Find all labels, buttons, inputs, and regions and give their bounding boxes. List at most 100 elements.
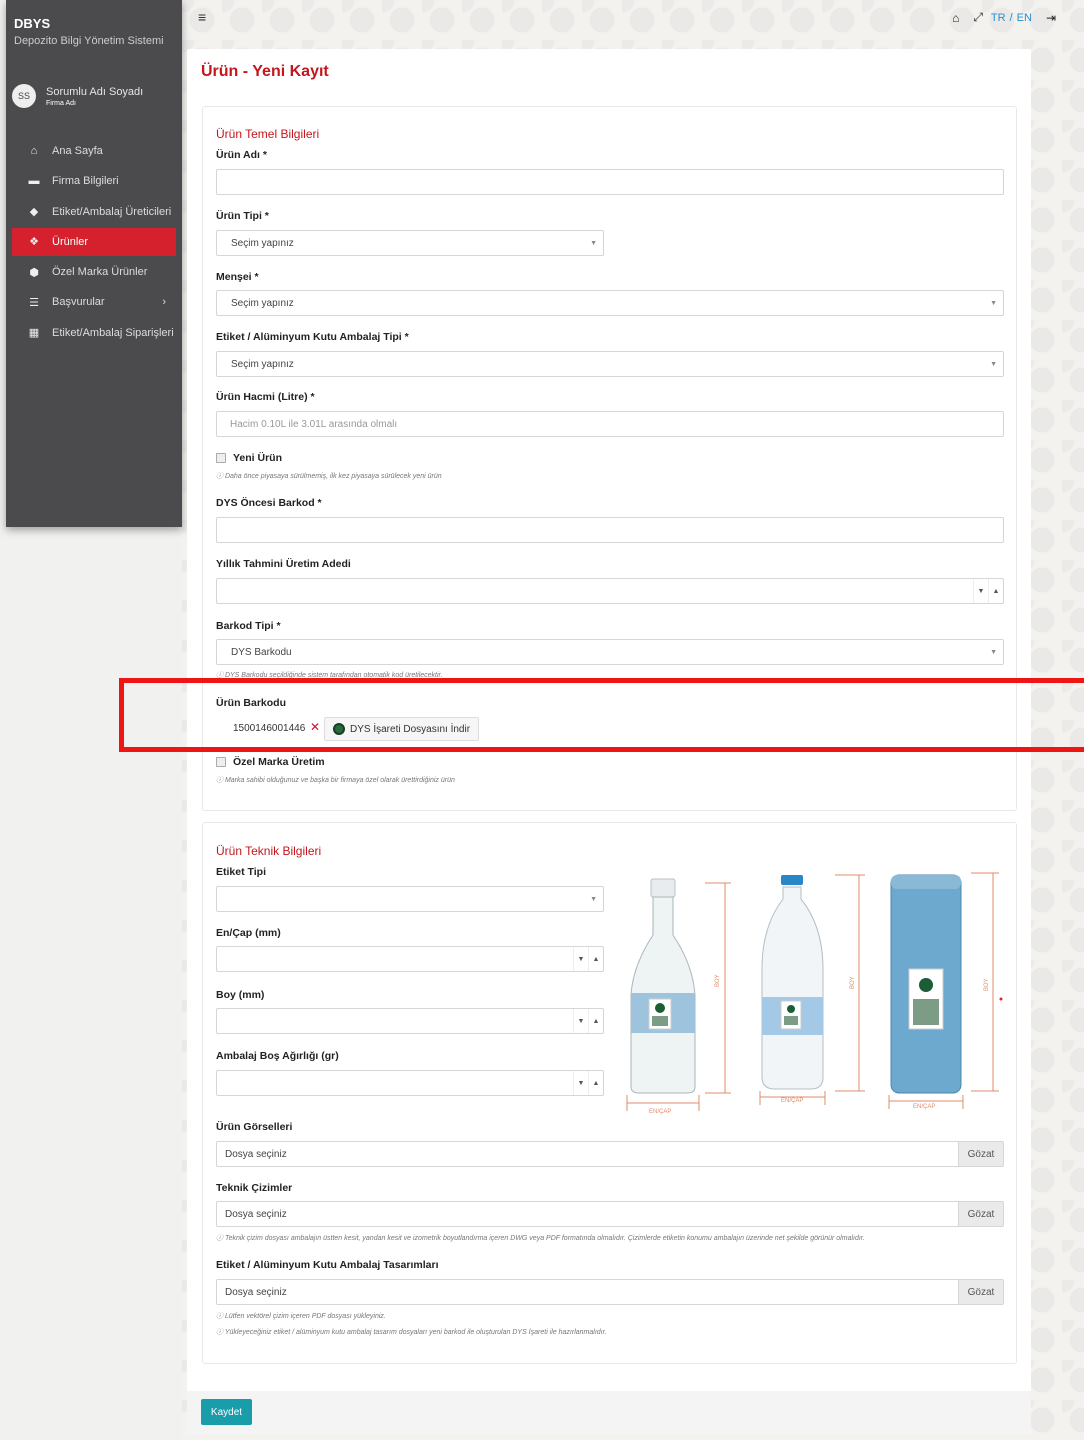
briefcase-icon: ▬ (28, 175, 40, 188)
can-illustration: BOY EN/ÇAP (888, 872, 1003, 1110)
sidebar-item-label: Etiket/Ambalaj Üreticileri (52, 205, 172, 218)
language-switch: TR / EN (990, 11, 1032, 24)
lang-en[interactable]: EN (1017, 12, 1032, 24)
designs-file-input[interactable]: Dosya seçiniz Gözat (216, 1279, 1004, 1305)
product-type-select[interactable]: Seçim yapınız ▼ (216, 230, 604, 256)
origin-select[interactable]: Seçim yapınız ▼ (216, 290, 1004, 316)
home-icon: ⌂ (30, 145, 38, 157)
origin-value: Seçim yapınız (231, 297, 294, 309)
weight-label: Ambalaj Boş Ağırlığı (gr) (216, 1050, 339, 1062)
designs-browse-button[interactable]: Gözat (958, 1280, 1003, 1304)
user-name: Sorumlu Adı Soyadı (46, 85, 144, 98)
fullscreen-icon[interactable]: ⤢ (973, 10, 983, 25)
new-product-checkbox-row[interactable]: Yeni Ürün (216, 452, 282, 464)
height-text: BOY (850, 976, 856, 989)
width-text: EN/ÇAP (913, 1104, 935, 1110)
sidebar-nav: ⌂ Ana Sayfa ▬ Firma Bilgileri ◆ Etiket/A… (6, 137, 182, 349)
width-label: En/Çap (mm) (216, 927, 281, 939)
sidebar-item-private-label[interactable]: ⬢ Özel Marka Ürünler (6, 258, 182, 286)
images-file-name: Dosya seçiniz (225, 1148, 287, 1160)
product-type-value: Seçim yapınız (231, 237, 294, 249)
new-product-help: ⓘ Daha önce piyasaya sürülmemiş, ilk kez… (216, 473, 442, 480)
product-name-label: Ürün Adı * (216, 149, 267, 161)
decrement-icon[interactable]: ▼ (573, 1071, 588, 1095)
caret-down-icon: ▼ (990, 300, 997, 307)
width-text: EN/ÇAP (781, 1098, 803, 1104)
private-label-label: Özel Marka Üretim (233, 756, 325, 768)
save-button[interactable]: Kaydet (201, 1399, 252, 1425)
sidebar-item-producers[interactable]: ◆ Etiket/Ambalaj Üreticileri (6, 198, 182, 226)
sidebar-item-label: Başvurular (52, 296, 105, 309)
new-product-checkbox[interactable] (216, 453, 226, 463)
decrement-icon[interactable]: ▼ (573, 1009, 588, 1033)
package-type-select[interactable]: Seçim yapınız ▼ (216, 351, 1004, 377)
barcode-type-select[interactable]: DYS Barkodu ▼ (216, 639, 1004, 665)
caret-down-icon: ▼ (590, 896, 597, 903)
increment-icon[interactable]: ▲ (588, 1009, 603, 1033)
caret-down-icon: ▼ (990, 361, 997, 368)
decrement-icon[interactable]: ▼ (573, 947, 588, 971)
sidebar: DBYS Depozito Bilgi Yönetim Sistemi SS S… (6, 0, 182, 527)
barcode-type-label: Barkod Tipi * (216, 620, 281, 632)
width-text: EN/ÇAP (649, 1109, 671, 1115)
decrement-icon[interactable]: ▼ (973, 579, 988, 603)
packaging-dimensions-illustration: BOY EN/ÇAP BOY EN/ÇAP BOY EN/ÇAP (615, 865, 1003, 1118)
sidebar-item-applications[interactable]: ☰ Başvurular › (6, 288, 182, 316)
drawings-label: Teknik Çizimler (216, 1182, 293, 1194)
weight-input[interactable]: ▼ ▲ (216, 1070, 604, 1096)
list-icon: ☰ (29, 296, 39, 309)
lang-tr[interactable]: TR (991, 12, 1006, 24)
brand: DBYS Depozito Bilgi Yönetim Sistemi (6, 0, 182, 47)
tags-icon: ◆ (29, 206, 39, 219)
annotation-highlight-box (119, 678, 1084, 752)
images-browse-button[interactable]: Gözat (958, 1142, 1003, 1166)
drawings-browse-button[interactable]: Gözat (958, 1202, 1003, 1226)
page-title: Ürün - Yeni Kayıt (201, 63, 329, 80)
product-type-label: Ürün Tipi * (216, 210, 269, 222)
form-footer (187, 1391, 1031, 1434)
increment-icon[interactable]: ▲ (988, 579, 1003, 603)
images-file-input[interactable]: Dosya seçiniz Gözat (216, 1141, 1004, 1167)
barcode-type-value: DYS Barkodu (231, 646, 292, 658)
private-label-checkbox[interactable] (216, 757, 226, 767)
sidebar-item-company[interactable]: ▬ Firma Bilgileri (6, 167, 182, 195)
home-icon[interactable]: ⌂ (952, 11, 959, 25)
increment-icon[interactable]: ▲ (588, 947, 603, 971)
images-label: Ürün Görselleri (216, 1121, 293, 1133)
designs-file-name: Dosya seçiniz (225, 1286, 287, 1298)
designs-label: Etiket / Alüminyum Kutu Ambalaj Tasarıml… (216, 1259, 439, 1271)
logout-icon[interactable]: ⇥ (1046, 11, 1056, 25)
increment-icon[interactable]: ▲ (588, 1071, 603, 1095)
sidebar-item-products[interactable]: ❖ Ürünler (12, 227, 176, 256)
topbar: ≡ ⌂ ⤢ TR / EN ⇥ (182, 0, 1084, 36)
height-input[interactable]: ▼ ▲ (216, 1008, 604, 1034)
new-product-label: Yeni Ürün (233, 452, 283, 464)
volume-placeholder: Hacim 0.10L ile 3.01L arasında olmalı (230, 418, 398, 430)
width-input[interactable]: ▼ ▲ (216, 946, 604, 972)
menu-toggle-icon[interactable]: ≡ (198, 9, 206, 25)
app-title: DBYS (14, 16, 51, 31)
product-name-input[interactable] (216, 169, 1004, 195)
label-type-select[interactable]: ▼ (216, 886, 604, 912)
drawings-file-input[interactable]: Dosya seçiniz Gözat (216, 1201, 1004, 1227)
sidebar-item-orders[interactable]: ▦ Etiket/Ambalaj Siparişleri (6, 319, 182, 347)
sidebar-item-label: Etiket/Ambalaj Siparişleri (52, 326, 174, 339)
height-text: BOY (715, 974, 721, 987)
volume-input[interactable]: Hacim 0.10L ile 3.01L arasında olmalı (216, 411, 1004, 437)
user-panel[interactable]: SS Sorumlu Adı Soyadı Firma Adı (12, 84, 143, 108)
private-label-checkbox-row[interactable]: Özel Marka Üretim (216, 756, 325, 768)
package-type-value: Seçim yapınız (231, 358, 294, 370)
height-label: Boy (mm) (216, 989, 265, 1001)
pre-barcode-label: DYS Öncesi Barkod * (216, 497, 322, 509)
number-stepper: ▼ ▲ (573, 947, 603, 971)
chevron-right-icon: › (162, 296, 166, 309)
pre-barcode-input[interactable] (216, 517, 1004, 543)
annual-production-input[interactable]: ▼ ▲ (216, 578, 1004, 604)
designs-help-1: ⓘ Lütfen vektörel çizim içeren PDF dosya… (216, 1313, 386, 1320)
grid-icon: ▦ (28, 327, 40, 340)
sidebar-item-label: Ürünler (52, 235, 89, 248)
sidebar-item-home[interactable]: ⌂ Ana Sayfa (6, 137, 182, 165)
cubes-icon: ❖ (29, 236, 39, 249)
drawings-file-name: Dosya seçiniz (225, 1208, 287, 1220)
user-firm: Firma Adı (46, 99, 76, 107)
